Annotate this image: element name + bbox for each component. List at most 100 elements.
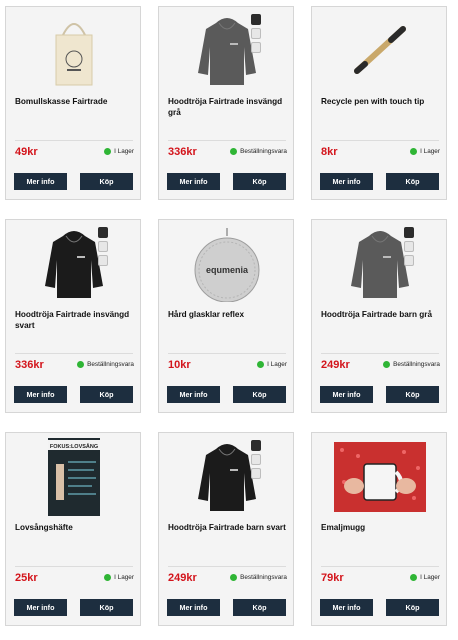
stock-dot-icon bbox=[104, 574, 112, 581]
product-image[interactable]: FOKUS:LOVSÅNG bbox=[12, 438, 136, 516]
product-price: 49kr bbox=[15, 146, 38, 158]
product-card: equmenia Hård glasklar reflex 10kr I Lager… bbox=[158, 219, 294, 413]
certification-badges bbox=[251, 14, 261, 53]
divider bbox=[168, 566, 286, 567]
product-card: Hoodtröja Fairtrade barn svart 249kr Bestä… bbox=[158, 432, 294, 626]
product-price: 79kr bbox=[321, 572, 344, 584]
stock-dot-icon bbox=[77, 361, 85, 368]
certification-icon bbox=[98, 255, 108, 266]
certification-icon bbox=[251, 42, 261, 53]
divider bbox=[15, 353, 133, 354]
product-card: FOKUS:LOVSÅNG Lovsångshäfte 25kr I Lager Me… bbox=[5, 432, 141, 626]
fairtrade-logo-icon bbox=[404, 227, 414, 238]
stock-dot-icon bbox=[410, 148, 418, 155]
product-price: 8kr bbox=[321, 146, 338, 158]
stock-label: Beställningsvara bbox=[393, 361, 440, 368]
stock-label: I Lager bbox=[420, 148, 440, 155]
fairtrade-logo-icon bbox=[251, 14, 261, 25]
stock-status: Beställningsvara bbox=[77, 361, 134, 368]
stock-dot-icon bbox=[230, 574, 238, 581]
divider bbox=[15, 566, 133, 567]
product-image[interactable] bbox=[165, 439, 289, 515]
svg-text:equmenia: equmenia bbox=[206, 265, 249, 275]
product-title[interactable]: Hård glasklar reflex bbox=[168, 309, 288, 320]
product-card: Hoodtröja Fairtrade insvängd svart 336kr B… bbox=[5, 219, 141, 413]
certification-badges bbox=[251, 440, 261, 479]
certification-icon bbox=[251, 28, 261, 39]
product-card: Emaljmugg 79kr I Lager Mer info Köp bbox=[311, 432, 447, 626]
divider bbox=[168, 140, 286, 141]
certification-icon bbox=[251, 468, 261, 479]
buy-button[interactable]: Köp bbox=[233, 173, 286, 190]
more-info-button[interactable]: Mer info bbox=[167, 386, 220, 403]
product-title[interactable]: Recycle pen with touch tip bbox=[321, 96, 441, 107]
more-info-button[interactable]: Mer info bbox=[14, 173, 67, 190]
product-price: 336kr bbox=[168, 146, 197, 158]
product-title[interactable]: Hoodtröja Fairtrade barn grå bbox=[321, 309, 441, 320]
product-title[interactable]: Emaljmugg bbox=[321, 522, 441, 533]
buy-button[interactable]: Köp bbox=[233, 599, 286, 616]
certification-icon bbox=[251, 454, 261, 465]
product-title[interactable]: Bomullskasse Fairtrade bbox=[15, 96, 135, 107]
product-price: 249kr bbox=[321, 359, 350, 371]
buy-button[interactable]: Köp bbox=[80, 173, 133, 190]
buy-button[interactable]: Köp bbox=[80, 386, 133, 403]
more-info-button[interactable]: Mer info bbox=[320, 599, 373, 616]
stock-status: I Lager bbox=[410, 574, 440, 581]
more-info-button[interactable]: Mer info bbox=[167, 599, 220, 616]
product-image[interactable] bbox=[12, 226, 136, 302]
buy-button[interactable]: Köp bbox=[80, 599, 133, 616]
certification-icon bbox=[404, 255, 414, 266]
stock-label: Beställningsvara bbox=[240, 574, 287, 581]
product-price: 25kr bbox=[15, 572, 38, 584]
product-image[interactable] bbox=[318, 439, 442, 515]
product-image[interactable] bbox=[318, 13, 442, 89]
product-card: Recycle pen with touch tip 8kr I Lager Mer … bbox=[311, 6, 447, 200]
product-title[interactable]: Hoodtröja Fairtrade insvängd grå bbox=[168, 96, 288, 118]
product-image[interactable]: equmenia bbox=[165, 226, 289, 302]
stock-status: Beställningsvara bbox=[230, 574, 287, 581]
stock-label: I Lager bbox=[114, 148, 134, 155]
stock-dot-icon bbox=[257, 361, 265, 368]
product-title[interactable]: Hoodtröja Fairtrade insvängd svart bbox=[15, 309, 135, 331]
buy-button[interactable]: Köp bbox=[386, 599, 439, 616]
stock-dot-icon bbox=[383, 361, 391, 368]
more-info-button[interactable]: Mer info bbox=[320, 386, 373, 403]
divider bbox=[168, 353, 286, 354]
product-card: Bomullskasse Fairtrade 49kr I Lager Mer inf… bbox=[5, 6, 141, 200]
divider bbox=[321, 353, 439, 354]
product-card: Hoodtröja Fairtrade barn grå 249kr Beställ… bbox=[311, 219, 447, 413]
fairtrade-logo-icon bbox=[98, 227, 108, 238]
divider bbox=[321, 140, 439, 141]
product-title[interactable]: Hoodtröja Fairtrade barn svart bbox=[168, 522, 288, 533]
stock-label: I Lager bbox=[420, 574, 440, 581]
fairtrade-logo-icon bbox=[251, 440, 261, 451]
stock-status: Beställningsvara bbox=[230, 148, 287, 155]
divider bbox=[15, 140, 133, 141]
buy-button[interactable]: Köp bbox=[233, 386, 286, 403]
more-info-button[interactable]: Mer info bbox=[167, 173, 220, 190]
stock-label: Beställningsvara bbox=[87, 361, 134, 368]
product-image[interactable] bbox=[165, 13, 289, 89]
stock-status: I Lager bbox=[104, 574, 134, 581]
product-price: 10kr bbox=[168, 359, 191, 371]
buy-button[interactable]: Köp bbox=[386, 173, 439, 190]
product-title[interactable]: Lovsångshäfte bbox=[15, 522, 135, 533]
product-image[interactable] bbox=[12, 13, 136, 89]
product-price: 249kr bbox=[168, 572, 197, 584]
more-info-button[interactable]: Mer info bbox=[14, 386, 67, 403]
stock-dot-icon bbox=[230, 148, 238, 155]
svg-text:FOKUS:LOVSÅNG: FOKUS:LOVSÅNG bbox=[50, 443, 98, 450]
buy-button[interactable]: Köp bbox=[386, 386, 439, 403]
certification-icon bbox=[98, 241, 108, 252]
product-price: 336kr bbox=[15, 359, 44, 371]
product-image[interactable] bbox=[318, 226, 442, 302]
stock-label: Beställningsvara bbox=[240, 148, 287, 155]
stock-status: I Lager bbox=[104, 148, 134, 155]
more-info-button[interactable]: Mer info bbox=[320, 173, 373, 190]
product-card: Hoodtröja Fairtrade insvängd grå 336kr Bes… bbox=[158, 6, 294, 200]
more-info-button[interactable]: Mer info bbox=[14, 599, 67, 616]
stock-label: I Lager bbox=[114, 574, 134, 581]
certification-badges bbox=[98, 227, 108, 266]
stock-status: I Lager bbox=[410, 148, 440, 155]
